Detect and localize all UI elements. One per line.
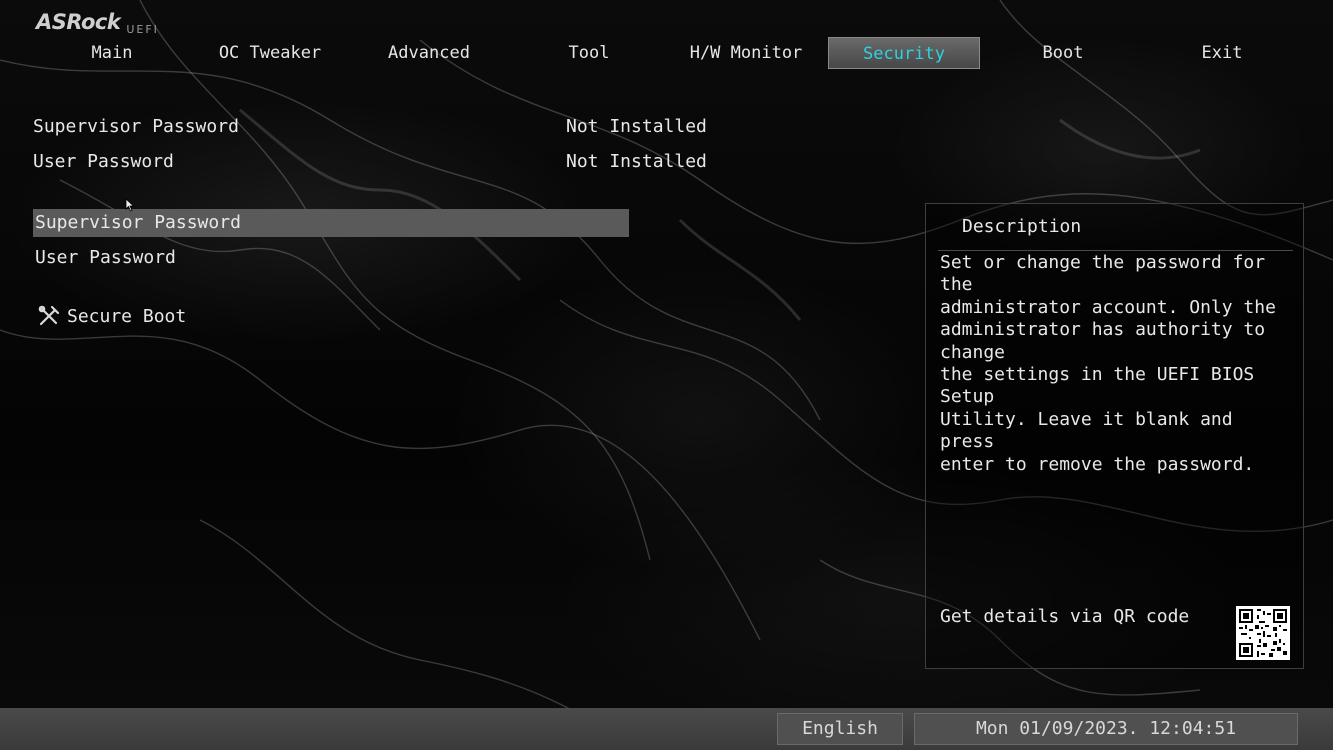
- supervisor-password-status-label: Supervisor Password: [33, 116, 239, 137]
- tab-boot[interactable]: Boot: [987, 37, 1139, 69]
- main-tab-bar: Main OC Tweaker Advanced Tool H/W Monito…: [32, 37, 1302, 71]
- datetime-display: Mon 01/09/2023. 12:04:51: [914, 713, 1298, 745]
- secure-boot-label: Secure Boot: [67, 305, 187, 327]
- user-password-status-label: User Password: [33, 151, 174, 172]
- logo-uefi-text: UEFI: [126, 23, 159, 36]
- tab-advanced[interactable]: Advanced: [353, 37, 505, 69]
- supervisor-password-status-value: Not Installed: [566, 116, 707, 137]
- tab-security[interactable]: Security: [828, 37, 980, 69]
- description-panel: Description Set or change the password f…: [925, 203, 1304, 669]
- user-password-status-value: Not Installed: [566, 151, 707, 172]
- tab-hw-monitor[interactable]: H/W Monitor: [670, 37, 822, 69]
- asrock-logo: ASRock UEFI: [36, 8, 159, 36]
- description-title: Description: [962, 216, 1082, 237]
- tab-oc-tweaker[interactable]: OC Tweaker: [194, 37, 346, 69]
- qr-code-icon[interactable]: [1236, 606, 1290, 660]
- logo-brand-text: ASRock: [36, 10, 121, 34]
- tab-tool[interactable]: Tool: [513, 37, 665, 69]
- qr-code-label: Get details via QR code: [940, 606, 1190, 627]
- supervisor-password-item[interactable]: Supervisor Password: [33, 209, 629, 237]
- language-button[interactable]: English: [777, 713, 903, 745]
- description-text: Set or change the password for the admin…: [940, 252, 1276, 475]
- secure-boot-item[interactable]: Secure Boot: [37, 302, 186, 330]
- description-divider: [938, 250, 1293, 251]
- tab-exit[interactable]: Exit: [1146, 37, 1298, 69]
- tab-main[interactable]: Main: [36, 37, 188, 69]
- footer-bar: English Mon 01/09/2023. 12:04:51: [0, 708, 1333, 750]
- mouse-cursor-icon: [125, 198, 135, 212]
- tools-icon: [38, 305, 60, 326]
- user-password-item[interactable]: User Password: [33, 244, 629, 272]
